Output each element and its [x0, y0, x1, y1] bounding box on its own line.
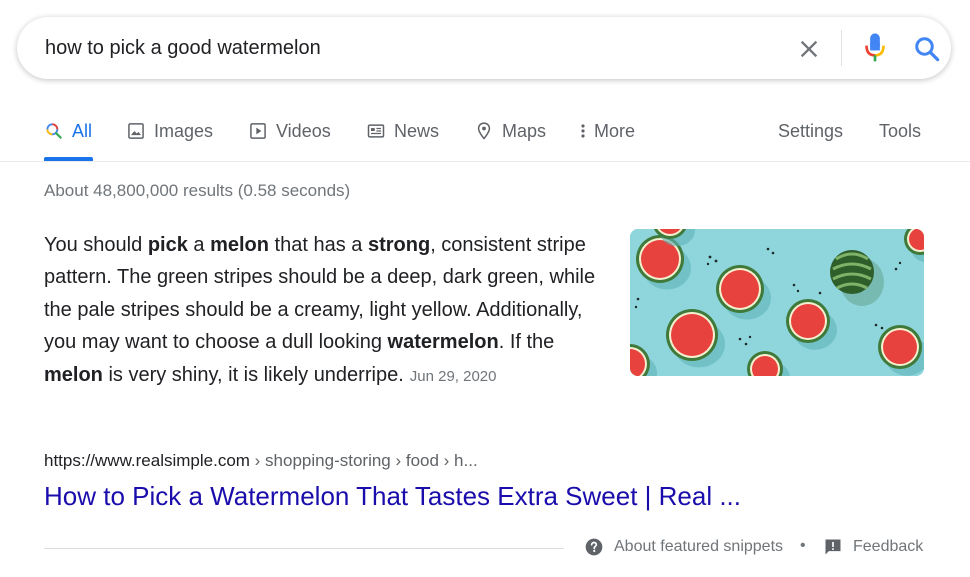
- tools-button[interactable]: Tools: [879, 120, 921, 142]
- tab-maps-label: Maps: [502, 120, 547, 141]
- tab-news[interactable]: News: [366, 120, 439, 142]
- result-title-link[interactable]: How to Pick a Watermelon That Tastes Ext…: [44, 481, 741, 512]
- tabs-divider: [0, 161, 970, 162]
- tab-all-label: All: [72, 120, 93, 141]
- voice-search-button[interactable]: [860, 31, 890, 65]
- tab-all[interactable]: All: [44, 120, 92, 142]
- footer-separator: •: [800, 537, 806, 554]
- image-icon: [128, 123, 144, 139]
- snippet-part: a: [187, 234, 211, 256]
- snippet-part: pick: [147, 234, 188, 256]
- featured-snippet-text: You should pick a melon that has a stron…: [44, 229, 614, 393]
- search-icon: [915, 37, 940, 62]
- about-featured-snippets-label: About featured snippets: [614, 538, 784, 555]
- search-box-divider: [841, 30, 842, 66]
- map-pin-icon: [477, 122, 491, 140]
- tab-videos-label: Videos: [276, 120, 331, 141]
- tools-label: Tools: [879, 120, 922, 141]
- feedback-icon: [825, 539, 841, 555]
- tab-videos[interactable]: Videos: [248, 120, 331, 142]
- snippet-part: is very shiny, it is likely underripe.: [102, 363, 404, 386]
- snippet-part: You should: [44, 234, 148, 256]
- settings-button[interactable]: Settings: [778, 120, 843, 142]
- snippet-part: strong: [367, 234, 431, 256]
- snippet-part: melon: [210, 234, 269, 256]
- footer-divider: [44, 548, 564, 549]
- featured-snippet-image[interactable]: [630, 229, 924, 376]
- feedback-button[interactable]: Feedback: [823, 537, 923, 557]
- microphone-icon: [865, 33, 885, 62]
- snippet-part: that has a: [269, 234, 368, 256]
- result-url-domain: https://www.realsimple.com: [44, 451, 250, 470]
- snippet-part: . If the: [498, 331, 555, 354]
- watermelon-image: [630, 229, 924, 376]
- search-input[interactable]: [45, 34, 745, 62]
- result-stats: About 48,800,000 results (0.58 seconds): [44, 181, 351, 200]
- tab-news-label: News: [394, 120, 440, 141]
- result-url[interactable]: https://www.realsimple.com › shopping-st…: [44, 451, 478, 471]
- play-icon: [250, 123, 266, 139]
- search-icon: [46, 123, 62, 139]
- clear-search-button[interactable]: [795, 35, 823, 63]
- about-featured-snippets-button[interactable]: About featured snippets: [584, 537, 783, 557]
- feedback-label: Feedback: [853, 538, 924, 555]
- snippet-part: watermelon: [387, 331, 499, 354]
- newspaper-icon: [367, 124, 385, 138]
- tab-more-label: More: [594, 120, 636, 141]
- snippet-body: You should pick a melon that has a stron…: [44, 234, 595, 386]
- result-url-breadcrumb: › shopping-storing › food › h...: [249, 451, 478, 470]
- tab-maps[interactable]: Maps: [474, 120, 546, 142]
- help-icon: [585, 538, 603, 556]
- tab-more[interactable]: More: [576, 120, 635, 142]
- tab-images-label: Images: [154, 120, 214, 141]
- search-tabs: All Images Videos News Maps More Setting…: [0, 110, 970, 162]
- settings-label: Settings: [778, 120, 844, 141]
- snippet-date: Jun 29, 2020: [409, 367, 497, 385]
- snippet-part: melon: [44, 363, 103, 386]
- tab-images[interactable]: Images: [126, 120, 213, 142]
- more-vert-icon: [581, 124, 585, 138]
- search-box: [17, 17, 951, 79]
- search-button[interactable]: [912, 34, 942, 64]
- close-icon: [800, 40, 818, 58]
